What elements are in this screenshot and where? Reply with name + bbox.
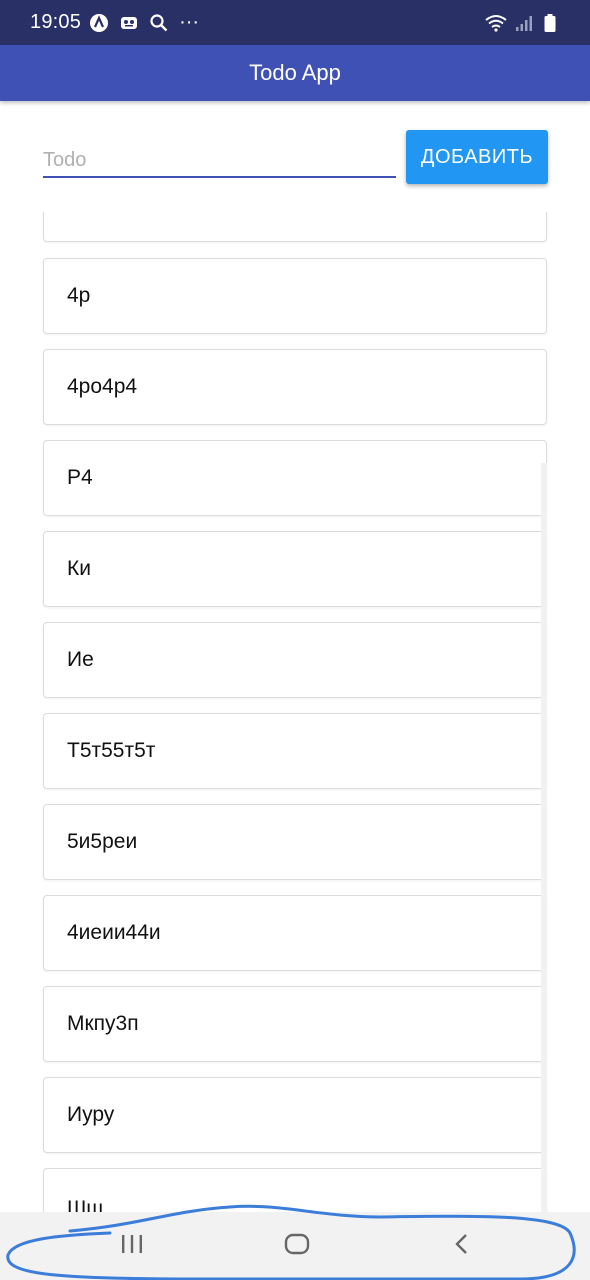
- todo-text: Ки: [67, 557, 91, 580]
- wifi-icon: [484, 13, 508, 33]
- home-icon: [284, 1233, 310, 1260]
- todo-text: Иуру: [67, 1103, 115, 1126]
- todo-item[interactable]: 4р: [43, 258, 547, 334]
- status-icons-right: [484, 0, 560, 45]
- todo-text: Р4: [67, 212, 93, 216]
- todo-item[interactable]: Шш: [43, 1168, 547, 1212]
- todo-text: 4ро4р4: [67, 375, 138, 398]
- todo-text: Т5т55т5т: [67, 739, 156, 762]
- todo-item[interactable]: Иуру: [43, 1077, 547, 1153]
- voicemail-icon: [119, 13, 139, 33]
- todo-text: 4иеии44и: [67, 921, 161, 944]
- todo-item[interactable]: Т5т55т5т: [43, 713, 547, 789]
- add-button[interactable]: ДОБАВИТЬ: [406, 130, 548, 184]
- status-icons-left: ···: [89, 11, 200, 33]
- status-bar: 19:05 ···: [0, 0, 590, 45]
- search-icon: [149, 13, 169, 33]
- todo-input[interactable]: [43, 140, 396, 178]
- battery-icon: [540, 13, 560, 33]
- signal-icon: [514, 13, 534, 33]
- todo-item[interactable]: Ки: [43, 531, 547, 607]
- todo-item[interactable]: 5и5реи: [43, 804, 547, 880]
- todo-text: Шш: [67, 1197, 104, 1212]
- todo-text: Ие: [67, 648, 94, 671]
- todo-text: Мкпу3п: [67, 1012, 139, 1035]
- nav-bar: [0, 1212, 590, 1280]
- back-icon: [449, 1233, 475, 1260]
- todo-text: Р4: [67, 466, 93, 489]
- todo-list[interactable]: Р4 4р 4ро4р4 Р4 Ки Ие Т5т55т5т 5и5реи 4и…: [0, 212, 590, 1212]
- app-bar: Todo App: [0, 45, 590, 101]
- todo-text: 5и5реи: [67, 830, 138, 853]
- home-button[interactable]: [267, 1226, 327, 1266]
- scrollbar-track[interactable]: [541, 463, 547, 1213]
- recent-apps-icon: [119, 1233, 145, 1260]
- status-time: 19:05: [30, 11, 82, 33]
- recent-apps-button[interactable]: [102, 1226, 162, 1266]
- back-button[interactable]: [432, 1226, 492, 1266]
- todo-item[interactable]: 4иеии44и: [43, 895, 547, 971]
- todo-item[interactable]: Р4: [43, 212, 547, 242]
- more-dots-icon: ···: [179, 11, 200, 33]
- todo-item[interactable]: Р4: [43, 440, 547, 516]
- todo-item[interactable]: Мкпу3п: [43, 986, 547, 1062]
- todo-item[interactable]: Ие: [43, 622, 547, 698]
- todo-text: 4р: [67, 284, 91, 307]
- todo-item[interactable]: 4ро4р4: [43, 349, 547, 425]
- app-title: Todo App: [249, 60, 341, 85]
- letter-a-circle-icon: [89, 13, 109, 33]
